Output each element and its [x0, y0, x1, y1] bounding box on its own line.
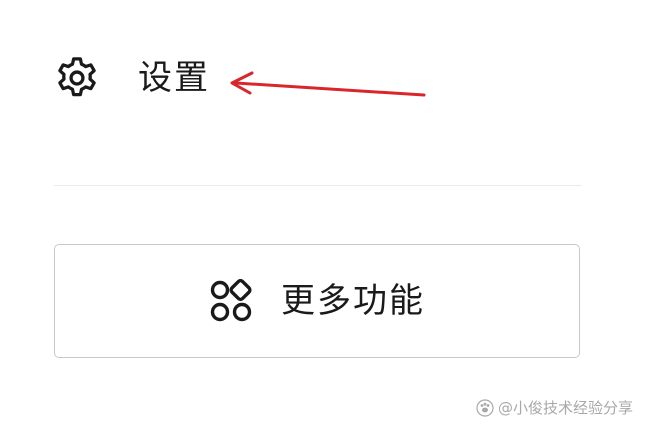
- paw-icon: [476, 398, 494, 417]
- gear-icon: [58, 57, 96, 97]
- settings-menu-page: 设置 更多功能 @小俊技术经验分享: [0, 0, 645, 432]
- settings-label: 设置: [138, 58, 210, 98]
- more-features-button[interactable]: 更多功能: [54, 244, 580, 358]
- settings-menu-item[interactable]: 设置: [54, 50, 210, 106]
- divider: [54, 185, 582, 186]
- red-arrow-annotation: [230, 71, 426, 97]
- watermark-text: @小俊技术经验分享: [497, 399, 633, 417]
- watermark: @小俊技术经验分享: [476, 397, 633, 418]
- grid-icon: [210, 279, 252, 322]
- more-features-label: 更多功能: [281, 281, 425, 321]
